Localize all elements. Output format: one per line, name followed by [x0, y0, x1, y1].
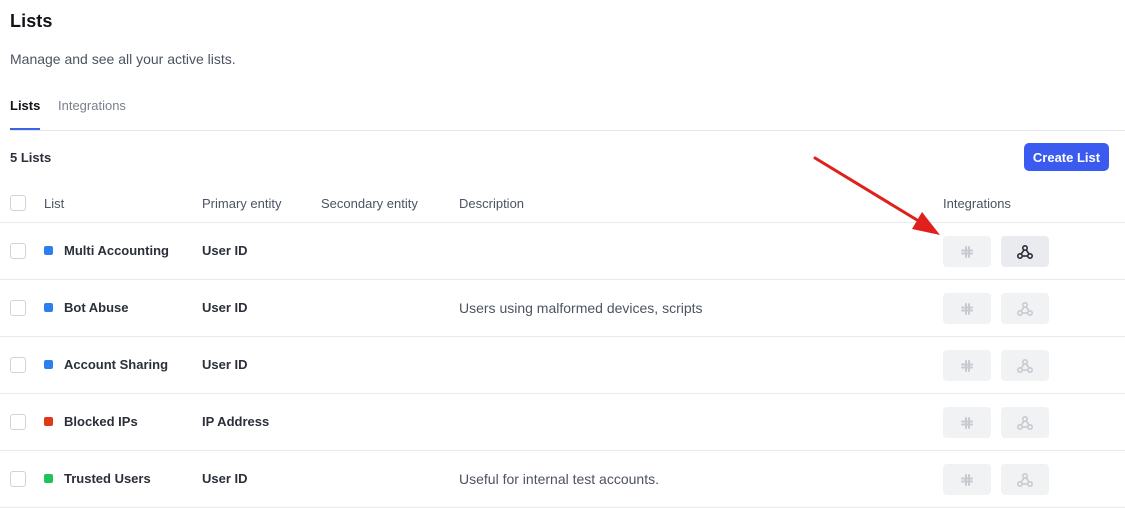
list-name-cell: Account Sharing: [44, 357, 168, 372]
slack-integration-button[interactable]: [943, 464, 991, 495]
list-name-cell: Bot Abuse: [44, 300, 129, 315]
list-description: Users using malformed devices, scripts: [459, 300, 703, 316]
table-header: List Primary entity Secondary entity Des…: [0, 184, 1125, 223]
primary-entity: User ID: [202, 243, 248, 258]
slack-icon: [960, 416, 974, 430]
table-body: Multi Accounting User ID Bot Abuse User ID U…: [0, 223, 1125, 508]
webhook-integration-button[interactable]: [1001, 464, 1049, 495]
webhook-icon: [1016, 301, 1034, 317]
slack-icon: [960, 473, 974, 487]
column-header-list: List: [44, 196, 65, 211]
primary-entity: User ID: [202, 471, 248, 486]
slack-integration-button[interactable]: [943, 236, 991, 267]
webhook-icon: [1016, 472, 1034, 488]
list-name[interactable]: Trusted Users: [64, 471, 151, 486]
row-checkbox[interactable]: [10, 300, 26, 316]
webhook-integration-button[interactable]: [1001, 407, 1049, 438]
list-name[interactable]: Multi Accounting: [64, 243, 169, 258]
webhook-integration-button[interactable]: [1001, 350, 1049, 381]
webhook-integration-button[interactable]: [1001, 293, 1049, 324]
slack-integration-button[interactable]: [943, 293, 991, 324]
list-name-cell: Blocked IPs: [44, 414, 138, 429]
page-subtitle: Manage and see all your active lists.: [10, 51, 236, 67]
list-color-dot: [44, 246, 53, 255]
row-checkbox[interactable]: [10, 414, 26, 430]
lists-count: 5 Lists: [10, 150, 52, 165]
webhook-integration-button[interactable]: [1001, 236, 1049, 267]
list-color-dot: [44, 360, 53, 369]
row-checkbox[interactable]: [10, 471, 26, 487]
list-name[interactable]: Bot Abuse: [64, 300, 129, 315]
create-list-button[interactable]: Create List: [1024, 143, 1109, 171]
list-color-dot: [44, 474, 53, 483]
list-name-cell: Trusted Users: [44, 471, 151, 486]
list-description: Useful for internal test accounts.: [459, 471, 659, 487]
column-header-integrations: Integrations: [943, 196, 1011, 211]
list-color-dot: [44, 417, 53, 426]
list-color-dot: [44, 303, 53, 312]
tab-lists[interactable]: Lists: [10, 98, 41, 130]
webhook-icon: [1016, 244, 1034, 260]
slack-integration-button[interactable]: [943, 407, 991, 438]
select-all-checkbox[interactable]: [10, 195, 26, 211]
row-checkbox[interactable]: [10, 357, 26, 373]
primary-entity: IP Address: [202, 414, 270, 429]
tab-bar: Lists Integrations: [10, 90, 1125, 131]
column-header-secondary-entity: Secondary entity: [321, 196, 418, 211]
slack-icon: [960, 245, 974, 259]
webhook-icon: [1016, 358, 1034, 374]
table-row[interactable]: Blocked IPs IP Address: [0, 394, 1125, 451]
lists-table: List Primary entity Secondary entity Des…: [0, 184, 1125, 508]
slack-icon: [960, 359, 974, 373]
slack-icon: [960, 302, 974, 316]
primary-entity: User ID: [202, 300, 248, 315]
row-checkbox[interactable]: [10, 243, 26, 259]
table-row[interactable]: Multi Accounting User ID: [0, 223, 1125, 280]
column-header-description: Description: [459, 196, 525, 211]
list-name[interactable]: Blocked IPs: [64, 414, 138, 429]
tab-integrations[interactable]: Integrations: [58, 98, 126, 113]
table-row[interactable]: Bot Abuse User ID Users using malformed de…: [0, 280, 1125, 337]
primary-entity: User ID: [202, 357, 248, 372]
list-name-cell: Multi Accounting: [44, 243, 169, 258]
column-header-primary-entity: Primary entity: [202, 196, 282, 211]
page-title: Lists: [10, 11, 53, 31]
slack-integration-button[interactable]: [943, 350, 991, 381]
table-row[interactable]: Trusted Users User ID Useful for internal …: [0, 451, 1125, 508]
webhook-icon: [1016, 415, 1034, 431]
lists-page: Lists Manage and see all your active lis…: [0, 0, 1125, 508]
table-row[interactable]: Account Sharing User ID: [0, 337, 1125, 394]
list-name[interactable]: Account Sharing: [64, 357, 168, 372]
